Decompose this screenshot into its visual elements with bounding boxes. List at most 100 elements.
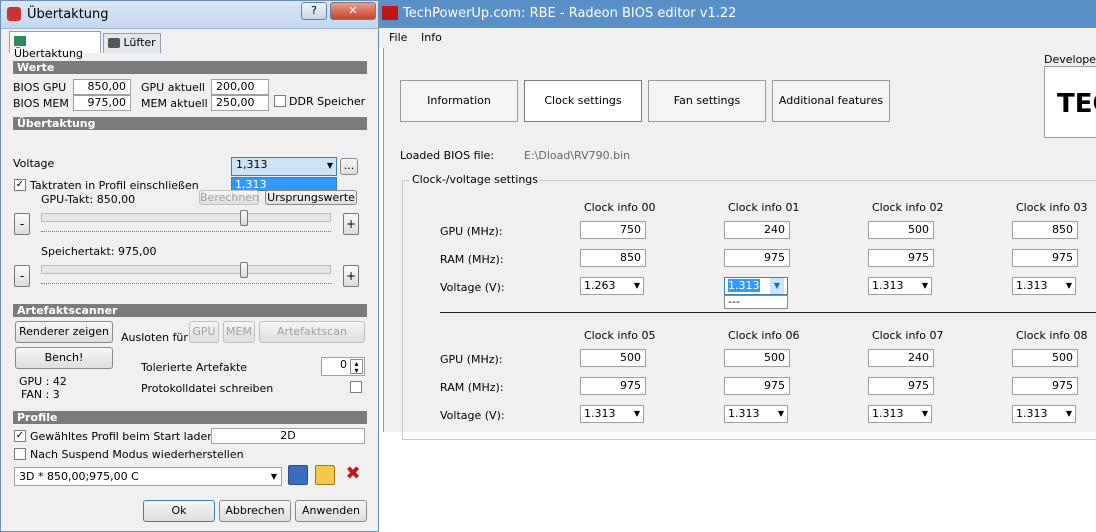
open-folder-icon[interactable] bbox=[315, 465, 335, 485]
bios-gpu-field[interactable]: 850,00 bbox=[73, 79, 131, 95]
app-icon bbox=[7, 7, 21, 21]
more-button[interactable]: ... bbox=[340, 158, 358, 175]
profil-field[interactable]: 2D bbox=[211, 428, 365, 444]
voltage-select[interactable]: 1.313 ▼ bbox=[868, 277, 932, 295]
gpu-aktuell-field[interactable]: 200,00 bbox=[211, 79, 269, 95]
taktraten-checkbox[interactable]: ✓ bbox=[14, 179, 26, 191]
ok-button[interactable]: Ok bbox=[143, 500, 215, 522]
voltage-value: 1.313 bbox=[872, 279, 904, 292]
gpu-mhz-field[interactable]: 240 bbox=[724, 221, 790, 239]
mem-aktuell-label: MEM aktuell bbox=[141, 97, 208, 110]
tab-information[interactable]: Information bbox=[400, 80, 518, 122]
help-button[interactable]: ? bbox=[301, 2, 327, 20]
abbrechen-button[interactable]: Abbrechen bbox=[219, 500, 291, 522]
mem-scan-button[interactable]: MEM bbox=[223, 321, 255, 343]
gpu-slider-track[interactable] bbox=[41, 213, 331, 222]
profile-select[interactable]: 3D * 850,00;975,00 C ▼ bbox=[14, 467, 282, 486]
mem-plus-button[interactable]: + bbox=[343, 265, 359, 287]
clock-info-header: Clock info 02 bbox=[872, 201, 944, 214]
save-icon[interactable] bbox=[288, 465, 308, 485]
renderer-button[interactable]: Renderer zeigen bbox=[15, 321, 113, 343]
tab-fan-settings[interactable]: Fan settings bbox=[648, 80, 766, 122]
ram-mhz-field[interactable]: 975 bbox=[868, 249, 934, 267]
voltage-dropdown-list[interactable]: 1,313 bbox=[231, 177, 337, 191]
voltage-value: 1.313 bbox=[728, 407, 760, 420]
title-bar[interactable]: Übertaktung ? ✕ bbox=[1, 1, 378, 29]
protokoll-label: Protokolldatei schreiben bbox=[141, 382, 274, 395]
mem-slider-ticks bbox=[41, 283, 331, 287]
gpu-mhz-field[interactable]: 850 bbox=[1012, 221, 1078, 239]
artefaktscan-button[interactable]: Artefaktscan bbox=[259, 321, 365, 343]
gpu-takt-label: GPU-Takt: 850,00 bbox=[41, 193, 136, 206]
chevron-down-icon: ▼ bbox=[326, 161, 333, 170]
gpu-mhz-field[interactable]: 500 bbox=[868, 221, 934, 239]
gpu-mhz-field[interactable]: 500 bbox=[1012, 349, 1078, 367]
gpu-mhz-field[interactable]: 750 bbox=[580, 221, 646, 239]
tab-clock-settings[interactable]: Clock settings bbox=[524, 80, 642, 122]
anwenden-button[interactable]: Anwenden bbox=[295, 500, 367, 522]
loaded-path: E:\Dload\RV790.bin bbox=[524, 149, 631, 162]
menu-bar: File Info bbox=[379, 28, 1096, 48]
gpu-row-label: GPU (MHz): bbox=[440, 353, 503, 366]
voltage-select[interactable]: 1.313 ▼ bbox=[724, 405, 788, 423]
tab-label: Lüfter bbox=[123, 36, 156, 49]
voltage-select[interactable]: 1.263 ▼ bbox=[580, 277, 644, 295]
developed-label: Developed bbox=[1044, 53, 1096, 66]
ram-mhz-field[interactable]: 975 bbox=[1012, 377, 1078, 395]
menu-info[interactable]: Info bbox=[421, 31, 442, 44]
ram-mhz-field[interactable]: 975 bbox=[724, 377, 790, 395]
gpu-mhz-field[interactable]: 500 bbox=[580, 349, 646, 367]
voltage-select[interactable]: 1.313 ▼ bbox=[868, 405, 932, 423]
tab-additional-features[interactable]: Additional features bbox=[772, 80, 890, 122]
fan-icon bbox=[108, 38, 120, 48]
ram-mhz-field[interactable]: 850 bbox=[580, 249, 646, 267]
voltage-dropdown-list[interactable]: --- bbox=[724, 295, 788, 309]
clock-info-header: Clock info 01 bbox=[728, 201, 800, 214]
gpu-mhz-field[interactable]: 500 bbox=[724, 349, 790, 367]
section-artefaktscanner: Artefaktscanner bbox=[13, 304, 367, 317]
ddr-checkbox[interactable] bbox=[274, 95, 286, 107]
gpu-plus-button[interactable]: + bbox=[343, 213, 359, 235]
menu-file[interactable]: File bbox=[389, 31, 407, 44]
rbe-title-bar[interactable]: TechPowerUp.com: RBE - Radeon BIOS edito… bbox=[379, 0, 1096, 28]
voltage-select[interactable]: 1,313 ▼ bbox=[231, 157, 337, 176]
mem-minus-button[interactable]: - bbox=[14, 265, 30, 287]
berechnen-button[interactable]: Berechnen bbox=[199, 190, 259, 205]
ram-mhz-field[interactable]: 975 bbox=[724, 249, 790, 267]
mem-aktuell-field[interactable]: 250,00 bbox=[211, 95, 269, 111]
gewaehltes-checkbox[interactable]: ✓ bbox=[14, 430, 26, 442]
profile-select-value: 3D * 850,00;975,00 C bbox=[19, 470, 139, 483]
tab-luefter[interactable]: Lüfter bbox=[103, 33, 161, 53]
section-uebertaktung: Übertaktung bbox=[13, 117, 367, 130]
gpu-scan-button[interactable]: GPU bbox=[189, 321, 219, 343]
voltage-select[interactable]: 1.313 ▼ bbox=[580, 405, 644, 423]
mem-slider-track[interactable] bbox=[41, 265, 331, 274]
ursprungswerte-button[interactable]: Ursprungswerte bbox=[265, 190, 357, 205]
ram-mhz-field[interactable]: 975 bbox=[580, 377, 646, 395]
chevron-down-icon: ▼ bbox=[633, 281, 640, 290]
dropdown-option[interactable]: --- bbox=[728, 295, 740, 308]
voltage-select[interactable]: 1.313 ▼ bbox=[1012, 405, 1076, 423]
gpu-minus-button[interactable]: - bbox=[14, 213, 30, 235]
ram-mhz-field[interactable]: 975 bbox=[868, 377, 934, 395]
protokoll-checkbox[interactable] bbox=[350, 381, 362, 393]
speichertakt-label: Speichertakt: 975,00 bbox=[41, 245, 157, 258]
bios-mem-field[interactable]: 975,00 bbox=[73, 95, 131, 111]
gpu-slider-thumb[interactable] bbox=[240, 210, 248, 226]
ram-mhz-field[interactable]: 975 bbox=[1012, 249, 1078, 267]
bios-gpu-label: BIOS GPU bbox=[13, 81, 67, 94]
close-button[interactable]: ✕ bbox=[330, 2, 376, 20]
delete-icon[interactable]: ✖ bbox=[343, 465, 363, 485]
tab-uebertaktung[interactable]: Übertaktung bbox=[9, 31, 101, 60]
fan-label: FAN : 3 bbox=[21, 388, 60, 401]
bench-button[interactable]: Bench! bbox=[15, 347, 113, 369]
suspend-checkbox[interactable] bbox=[14, 448, 26, 460]
voltage-select[interactable]: 1.313 ▼ bbox=[724, 277, 788, 295]
section-werte: Werte bbox=[13, 61, 367, 74]
gpu-mhz-field[interactable]: 240 bbox=[868, 349, 934, 367]
rbe-body: Information Clock settings Fan settings … bbox=[383, 48, 1096, 440]
mem-slider-thumb[interactable] bbox=[240, 262, 248, 278]
tab-label: Übertaktung bbox=[14, 47, 83, 60]
tolerierte-stepper[interactable]: 0 ▴ ▾ bbox=[321, 357, 365, 376]
voltage-select[interactable]: 1.313 ▼ bbox=[1012, 277, 1076, 295]
